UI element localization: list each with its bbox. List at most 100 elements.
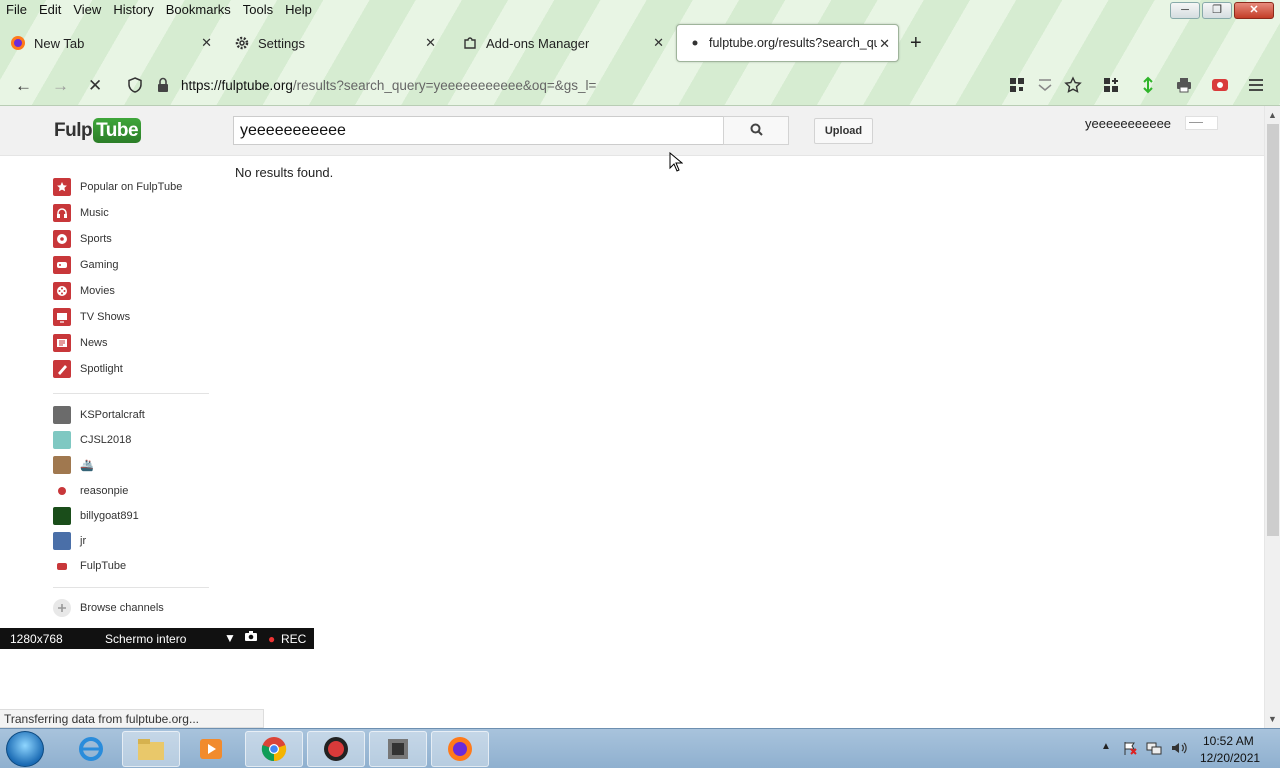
loading-dot-icon bbox=[691, 35, 699, 51]
chrome-icon[interactable] bbox=[245, 731, 303, 767]
channel-avatar bbox=[53, 532, 71, 550]
sidebar-item-movies[interactable]: Movies bbox=[53, 281, 115, 301]
lock-icon[interactable] bbox=[154, 76, 172, 94]
tab-label: Add-ons Manager bbox=[486, 35, 590, 51]
menu-bookmarks[interactable]: Bookmarks bbox=[160, 0, 237, 20]
search-button[interactable] bbox=[723, 116, 789, 145]
tab-settings[interactable]: Settings ✕ bbox=[234, 24, 444, 62]
sidebar-item-label: TV Shows bbox=[80, 311, 131, 323]
sidebar-item-spotlight[interactable]: Spotlight bbox=[53, 359, 123, 379]
newspaper-icon bbox=[53, 334, 71, 352]
tab-label: New Tab bbox=[34, 35, 85, 51]
close-window-button[interactable]: ✕ bbox=[1234, 2, 1274, 19]
network-icon[interactable] bbox=[1146, 740, 1162, 759]
windows-start-button[interactable] bbox=[6, 731, 44, 767]
logo-text-tube: Tube bbox=[93, 118, 142, 143]
extensions-grid-icon[interactable] bbox=[1102, 76, 1120, 94]
scroll-up-arrow-icon[interactable]: ▲ bbox=[1268, 110, 1277, 120]
flag-warning-icon[interactable] bbox=[1122, 740, 1138, 759]
clock-time[interactable]: 10:52 AM bbox=[1203, 734, 1254, 748]
forward-arrow-icon[interactable]: → bbox=[52, 76, 69, 96]
sidebar-item-gaming[interactable]: Gaming bbox=[53, 255, 119, 275]
back-arrow-icon[interactable]: ← bbox=[15, 76, 32, 96]
avatar[interactable] bbox=[1185, 116, 1218, 130]
star-bookmark-icon[interactable] bbox=[1064, 76, 1082, 94]
sidebar-item-music[interactable]: Music bbox=[53, 203, 109, 223]
minimize-button[interactable]: ─ bbox=[1170, 2, 1200, 19]
plus-circle-icon bbox=[53, 599, 71, 617]
volume-icon[interactable] bbox=[1170, 740, 1188, 759]
tab-addons-manager[interactable]: Add-ons Manager ✕ bbox=[462, 24, 672, 62]
tray-expand-icon[interactable]: ▲ bbox=[1101, 741, 1111, 752]
clock-date[interactable]: 12/20/2021 bbox=[1200, 751, 1260, 765]
username-label[interactable]: yeeeeeeeeeee bbox=[1085, 116, 1171, 131]
camera-icon[interactable] bbox=[244, 630, 258, 645]
page-scrollbar[interactable]: ▲ ▼ bbox=[1264, 106, 1280, 728]
sidebar-item-tv-shows[interactable]: TV Shows bbox=[53, 307, 130, 327]
game-app-icon[interactable] bbox=[369, 731, 427, 767]
close-icon[interactable]: ✕ bbox=[201, 35, 212, 51]
menu-edit[interactable]: Edit bbox=[33, 0, 67, 20]
url-host: https://fulptube.org bbox=[181, 78, 293, 93]
media-player-icon[interactable] bbox=[182, 731, 240, 767]
sidebar-item-cjsl2018[interactable]: CJSL2018 bbox=[53, 430, 131, 450]
pocket-icon[interactable] bbox=[1036, 76, 1054, 94]
firefox-icon[interactable] bbox=[431, 731, 489, 767]
download-arrow-icon[interactable] bbox=[1139, 76, 1157, 94]
menu-view[interactable]: View bbox=[67, 0, 107, 20]
printer-icon[interactable] bbox=[1175, 76, 1193, 94]
scroll-thumb[interactable] bbox=[1267, 124, 1279, 536]
site-logo[interactable]: Fulp Tube bbox=[54, 118, 142, 143]
stop-loading-icon[interactable]: ✕ bbox=[88, 76, 102, 96]
browser-chrome: File Edit View History Bookmarks Tools H… bbox=[0, 0, 1280, 106]
sidebar-item-label: Spotlight bbox=[80, 363, 123, 375]
sidebar-item-fulptube[interactable]: FulpTube bbox=[53, 556, 126, 576]
sidebar-item-sports[interactable]: Sports bbox=[53, 229, 112, 249]
url-path: /results?search_query=yeeeeeeeeeee&oq=&g… bbox=[292, 78, 597, 93]
screen-recorder-toolbar: 1280x768 Schermo intero ▼ ● REC bbox=[0, 628, 314, 649]
browse-channels-link[interactable]: Browse channels bbox=[53, 598, 164, 618]
hamburger-menu-icon[interactable] bbox=[1247, 76, 1265, 94]
url-bar[interactable]: https://fulptube.org/results?search_quer… bbox=[181, 78, 596, 93]
close-icon[interactable]: ✕ bbox=[879, 36, 890, 52]
sidebar-item-reasonpie[interactable]: reasonpie bbox=[53, 481, 128, 501]
sidebar-item-popular[interactable]: Popular on FulpTube bbox=[53, 177, 182, 197]
file-explorer-icon[interactable] bbox=[122, 731, 180, 767]
recorder-resolution[interactable]: 1280x768 bbox=[10, 632, 63, 646]
sidebar-item-label: KSPortalcraft bbox=[80, 409, 145, 421]
record-extension-icon[interactable] bbox=[1211, 76, 1229, 94]
close-icon[interactable]: ✕ bbox=[653, 35, 664, 51]
gear-icon bbox=[234, 35, 250, 51]
navigation-bar: ← → ✕ https://fulptube.org/results?searc… bbox=[0, 66, 1280, 106]
shield-icon[interactable] bbox=[126, 76, 144, 94]
internet-explorer-icon[interactable] bbox=[62, 731, 120, 767]
menu-history[interactable]: History bbox=[107, 0, 159, 20]
sidebar-item-billygoat891[interactable]: billygoat891 bbox=[53, 506, 139, 526]
record-button[interactable]: REC bbox=[281, 632, 306, 646]
star-icon bbox=[53, 178, 71, 196]
channel-avatar bbox=[53, 456, 71, 474]
tab-new-tab[interactable]: New Tab ✕ bbox=[10, 24, 220, 62]
chevron-down-icon[interactable]: ▼ bbox=[224, 631, 236, 645]
search-input[interactable]: yeeeeeeeeeee bbox=[233, 116, 724, 145]
sidebar-item-news[interactable]: News bbox=[53, 333, 108, 353]
tv-icon bbox=[53, 308, 71, 326]
close-icon[interactable]: ✕ bbox=[425, 35, 436, 51]
menu-tools[interactable]: Tools bbox=[237, 0, 279, 20]
restore-button[interactable]: ❐ bbox=[1202, 2, 1232, 19]
new-tab-button[interactable]: + bbox=[910, 32, 922, 55]
logo-text-fulp: Fulp bbox=[54, 119, 93, 141]
sidebar-item-ship-channel[interactable]: 🚢 bbox=[53, 455, 94, 475]
sidebar-item-ksportalcraft[interactable]: KSPortalcraft bbox=[53, 405, 145, 425]
upload-button[interactable]: Upload bbox=[814, 118, 873, 144]
tab-fulptube-results[interactable]: fulptube.org/results?search_query ✕ bbox=[676, 24, 899, 62]
qr-code-icon[interactable] bbox=[1008, 76, 1026, 94]
channel-avatar bbox=[53, 482, 71, 500]
sidebar-item-jr[interactable]: jr bbox=[53, 531, 86, 551]
recorder-app-icon[interactable] bbox=[307, 731, 365, 767]
recorder-mode[interactable]: Schermo intero bbox=[105, 632, 186, 646]
scroll-down-arrow-icon[interactable]: ▼ bbox=[1268, 714, 1277, 724]
menu-help[interactable]: Help bbox=[279, 0, 318, 20]
menu-file[interactable]: File bbox=[0, 0, 33, 20]
headphones-icon bbox=[53, 204, 71, 222]
